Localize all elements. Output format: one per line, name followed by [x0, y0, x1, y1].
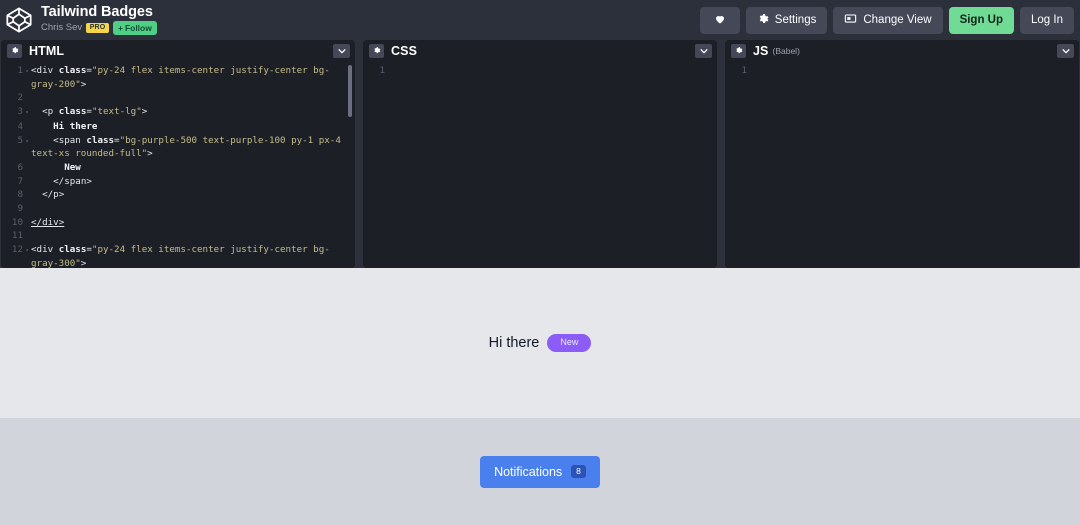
- brand-block: Tailwind Badges Chris Sev PRO + Follow: [4, 5, 157, 35]
- code-line: 6 New: [1, 161, 355, 175]
- line-number: 6: [1, 161, 31, 175]
- gear-icon[interactable]: [369, 44, 384, 58]
- code-area-css[interactable]: 1: [363, 61, 717, 268]
- code-line: 3▾ <p class="text-lg">: [1, 105, 355, 120]
- code-line: 9: [1, 202, 355, 216]
- code-line: 12▾<div class="py-24 flex items-center j…: [1, 243, 355, 268]
- code-line: 1▾<div class="py-24 flex items-center ju…: [1, 64, 355, 91]
- editor-scrollbar[interactable]: [348, 65, 352, 117]
- line-number: 12▾: [1, 243, 31, 268]
- fold-arrow-icon[interactable]: ▾: [23, 65, 31, 79]
- code-source: <div class="py-24 flex items-center just…: [31, 64, 355, 91]
- code-line: 5▾ <span class="bg-purple-500 text-purpl…: [1, 134, 355, 161]
- line-number: 1: [725, 64, 755, 78]
- code-source: </span>: [31, 175, 355, 189]
- panel-header-css: CSS: [363, 40, 717, 61]
- author-name[interactable]: Chris Sev: [41, 23, 82, 33]
- line-number: 3▾: [1, 105, 31, 120]
- line-number: 10: [1, 216, 31, 230]
- code-source: Hi there: [31, 120, 355, 134]
- preview-section-gray300: Notifications 8: [0, 418, 1080, 525]
- code-line: 7 </span>: [1, 175, 355, 189]
- badge-demo-inline: Hi there New: [489, 334, 592, 351]
- author-row: Chris Sev PRO + Follow: [41, 21, 157, 35]
- code-source: [755, 64, 1079, 78]
- page-title: Tailwind Badges: [41, 5, 157, 20]
- code-source: [31, 91, 355, 105]
- code-area-js[interactable]: 1: [725, 61, 1079, 268]
- new-badge: New: [547, 334, 591, 351]
- follow-label: Follow: [125, 23, 152, 33]
- code-line: 1: [363, 64, 717, 78]
- code-source: [393, 64, 717, 78]
- gear-icon[interactable]: [7, 44, 22, 58]
- change-view-button[interactable]: Change View: [833, 7, 942, 34]
- signup-button[interactable]: Sign Up: [949, 7, 1014, 34]
- editor-panel-html: HTML1▾<div class="py-24 flex items-cente…: [1, 40, 355, 268]
- notifications-count-badge: 8: [571, 465, 586, 479]
- code-source: </p>: [31, 188, 355, 202]
- code-source: <p class="text-lg">: [31, 105, 355, 120]
- brand-text: Tailwind Badges Chris Sev PRO + Follow: [41, 5, 157, 35]
- pro-badge: PRO: [86, 23, 109, 33]
- notifications-label: Notifications: [494, 465, 562, 479]
- code-source: </div>: [31, 216, 355, 230]
- chevron-down-icon[interactable]: [695, 44, 712, 58]
- code-source: <span class="bg-purple-500 text-purple-1…: [31, 134, 355, 161]
- settings-button[interactable]: Settings: [746, 7, 828, 34]
- change-view-icon: [844, 12, 857, 28]
- topbar-actions: Settings Change View Sign Up Log In: [700, 7, 1074, 34]
- code-source: New: [31, 161, 355, 175]
- login-button[interactable]: Log In: [1020, 7, 1074, 34]
- fold-arrow-icon[interactable]: ▾: [23, 135, 31, 149]
- line-number: 11: [1, 229, 31, 243]
- panel-header-html: HTML: [1, 40, 355, 61]
- plus-icon: +: [118, 23, 123, 33]
- panel-preprocessor-label: (Babel): [773, 46, 800, 56]
- fold-arrow-icon[interactable]: ▾: [23, 244, 31, 258]
- code-area-html[interactable]: 1▾<div class="py-24 flex items-center ju…: [1, 61, 355, 268]
- line-number: 7: [1, 175, 31, 189]
- hi-there-text: Hi there: [489, 335, 540, 351]
- code-line: 11: [1, 229, 355, 243]
- preview-pane: Hi there New Notifications 8: [0, 268, 1080, 525]
- code-source: [31, 202, 355, 216]
- editor-panels: HTML1▾<div class="py-24 flex items-cente…: [0, 40, 1080, 268]
- code-line: 2: [1, 91, 355, 105]
- code-source: [31, 229, 355, 243]
- follow-button[interactable]: + Follow: [113, 21, 157, 35]
- top-bar: Tailwind Badges Chris Sev PRO + Follow: [0, 0, 1080, 40]
- heart-icon: [714, 13, 726, 28]
- settings-label: Settings: [775, 14, 817, 26]
- favorite-button[interactable]: [700, 7, 740, 34]
- chevron-down-icon[interactable]: [333, 44, 350, 58]
- line-number: 2: [1, 91, 31, 105]
- fold-arrow-icon[interactable]: ▾: [23, 106, 31, 120]
- code-line: 1: [725, 64, 1079, 78]
- code-line: 10</div>: [1, 216, 355, 230]
- panel-header-js: JS (Babel): [725, 40, 1079, 61]
- line-number: 8: [1, 188, 31, 202]
- line-number: 4: [1, 120, 31, 134]
- code-source: <div class="py-24 flex items-center just…: [31, 243, 355, 268]
- chevron-down-icon[interactable]: [1057, 44, 1074, 58]
- panel-language-label: CSS: [391, 44, 417, 58]
- preview-section-gray200: Hi there New: [0, 268, 1080, 418]
- line-number: 9: [1, 202, 31, 216]
- codepen-logo-icon[interactable]: [4, 5, 34, 35]
- editor-panel-css: CSS 1: [363, 40, 717, 268]
- code-line: 4 Hi there: [1, 120, 355, 134]
- change-view-label: Change View: [863, 14, 931, 26]
- gear-icon: [757, 13, 769, 28]
- line-number: 5▾: [1, 134, 31, 161]
- panel-language-label: JS: [753, 44, 769, 58]
- line-number: 1: [363, 64, 393, 78]
- code-line: 8 </p>: [1, 188, 355, 202]
- gear-icon[interactable]: [731, 44, 746, 58]
- notifications-button[interactable]: Notifications 8: [480, 456, 600, 488]
- panel-language-label: HTML: [29, 44, 64, 58]
- line-number: 1▾: [1, 64, 31, 91]
- editor-panel-js: JS (Babel) 1: [725, 40, 1079, 268]
